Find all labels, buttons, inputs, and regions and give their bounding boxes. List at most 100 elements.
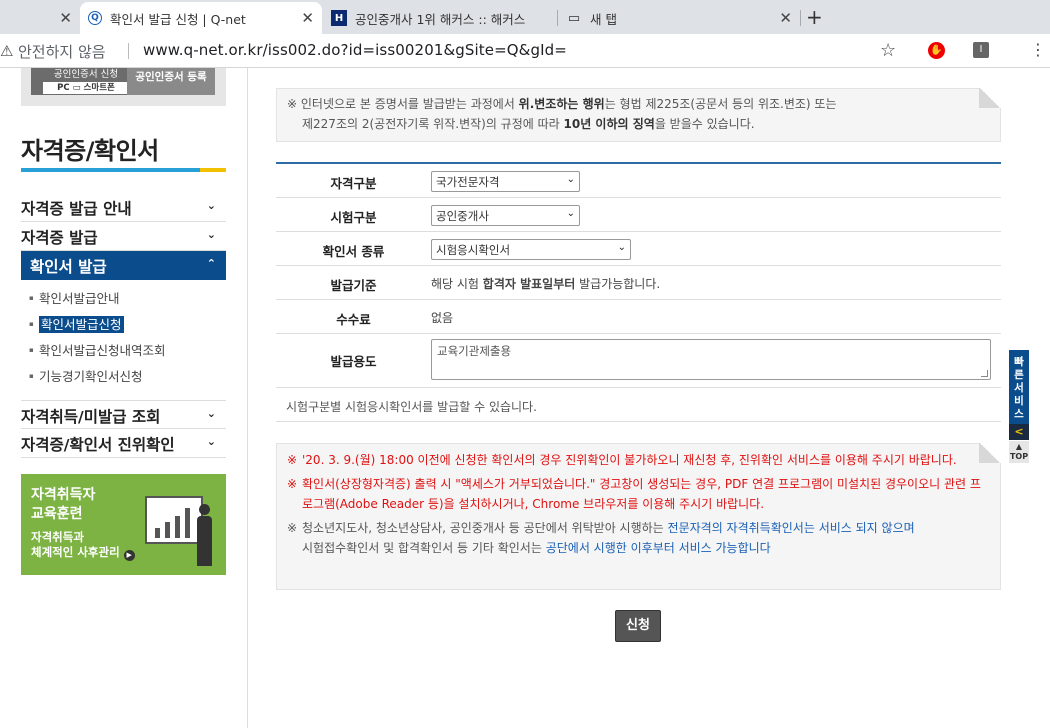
browser-tab-qnet[interactable]: Q 확인서 발급 신청 | Q-net ✕ [80, 2, 322, 34]
chevron-down-icon: ⌄ [206, 199, 216, 212]
field-label: 시험구분 [330, 210, 377, 225]
criteria-pre: 해당 시험 [431, 277, 483, 291]
criteria-text: 해당 시험 합격자 발표일부터 발급가능합니다. [431, 275, 660, 292]
quick-service-label: 빠른서비스 [1014, 356, 1024, 420]
tab-title: 새 탭 [590, 11, 617, 27]
exam-type-select[interactable]: 공인중개사 ⌄ [431, 205, 580, 226]
submenu-label: 확인서발급신청내역조회 [39, 343, 166, 358]
tab-title: 확인서 발급 신청 | Q-net [110, 11, 246, 27]
sidebar-submenu: 확인서발급안내 확인서발급신청 확인서발급신청내역조회 기능경기확인서신청 [21, 280, 226, 400]
criteria-post: 발급가능합니다. [575, 277, 661, 291]
extension-icon[interactable]: I [973, 42, 989, 58]
notice-item-red: ※ 확인서(상장형자격증) 출력 시 "액세스가 거부되었습니다." 경고창이 … [287, 474, 990, 514]
hackers-favicon-icon: H [331, 10, 347, 26]
reference-mark: ※ [287, 453, 298, 467]
form-row-purpose: 발급용도 교육기관제출용 [276, 334, 1001, 388]
cert-kind-select[interactable]: 시험응시확인서 ⌄ [431, 239, 631, 260]
notice-bold: 10년 이하의 징역 [563, 117, 655, 131]
notice-red-text: '20. 3. 9.(월) 18:00 이전에 신청한 확인서의 경우 진위확인… [302, 453, 957, 467]
cert-apply-button[interactable]: 공인인증서 신청 PC ▭ 스마트폰 [31, 68, 141, 95]
form-info-row: 시험구분별 시험응시확인서를 발급할 수 있습니다. [276, 388, 1001, 422]
close-tab-icon[interactable]: ✕ [779, 10, 792, 26]
browser-tab-previous[interactable]: ✕ [0, 2, 80, 34]
education-banner[interactable]: 자격취득자 교육훈련 자격취득과 체계적인 사후관리 ▶ [21, 474, 226, 575]
notice-text: 제227조의 2(공전자기록 위작.변작)의 규정에 따라 [302, 117, 564, 131]
notice-bold: 위.변조하는 행위 [518, 97, 605, 111]
title-underline [21, 168, 226, 172]
form-row-fee: 수수료 없음 [276, 300, 1001, 334]
banner-line4: 체계적인 사후관리 [31, 545, 120, 559]
address-bar: ⚠ 안전하지 않음 www.q-net.or.kr/iss002.do?id=i… [0, 34, 1050, 68]
notice-red-text: 확인서(상장형자격증) 출력 시 "액세스가 거부되었습니다." 경고창이 생성… [302, 477, 981, 511]
sidebar-item-label: 확인서 발급 [30, 258, 107, 276]
quick-service-toggle-icon[interactable]: < [1009, 424, 1029, 440]
chevron-down-icon: ⌄ [206, 435, 216, 448]
criteria-bold: 합격자 발표일부터 [482, 277, 576, 291]
form-row-cert-kind: 확인서 종류 시험응시확인서 ⌄ [276, 232, 1001, 266]
sidebar-item-acquisition-lookup[interactable]: 자격취득/미발급 조회 ⌄ [21, 400, 226, 429]
sidebar-item-label: 자격증 발급 안내 [21, 200, 132, 218]
chevron-up-icon: ⌃ [206, 257, 216, 270]
browser-tab-new[interactable]: ▭ 새 탭 ✕ [558, 2, 800, 34]
chart-board-icon [145, 496, 203, 544]
sidebar-item-cert-issue[interactable]: 자격증 발급 ⌄ [21, 222, 226, 251]
new-tab-favicon-icon: ▭ [567, 10, 581, 26]
tab-title: 공인중개사 1위 해커스 :: 해커스 [355, 11, 526, 27]
page-fold-icon [979, 88, 1001, 108]
legal-notice: ※ 인터넷으로 본 증명서를 발급받는 과정에서 위.변조하는 행위는 형법 제… [276, 88, 1001, 142]
select-value: 시험응시확인서 [436, 243, 511, 257]
play-icon: ▶ [123, 550, 135, 561]
notice-gray-text: 청소년지도사, 청소년상담사, 공인중개사 등 공단에서 위탁받아 시행하는 [302, 521, 668, 535]
cert-register-button[interactable]: 공인인증서 등록 [127, 68, 215, 95]
field-label: 발급기준 [330, 278, 377, 293]
bookmark-star-icon[interactable]: ☆ [880, 40, 896, 61]
form-info-text: 시험구분별 시험응시확인서를 발급할 수 있습니다. [286, 400, 537, 414]
banner-title: 자격취득자 교육훈련 [31, 486, 95, 524]
browser-tab-bar: ✕ Q 확인서 발급 신청 | Q-net ✕ H 공인중개사 1위 해커스 :… [0, 0, 1050, 34]
purpose-textarea[interactable]: 교육기관제출용 [431, 339, 991, 380]
tab-separator [800, 10, 801, 26]
submenu-item-guide[interactable]: 확인서발급안내 [29, 290, 226, 316]
new-tab-button[interactable]: + [806, 5, 823, 29]
close-tab-icon[interactable]: ✕ [301, 10, 314, 26]
notice-item-gray: ※ 청소년지도사, 청소년상담사, 공인중개사 등 공단에서 위탁받아 시행하는… [287, 518, 990, 558]
banner-line1: 자격취득자 [31, 487, 96, 503]
sidebar-item-label: 자격증 발급 [21, 229, 98, 247]
extensions-menu-icon[interactable]: ⋮ [1030, 40, 1046, 59]
field-label: 자격구분 [330, 176, 377, 191]
chevron-down-icon: ⌄ [617, 242, 626, 253]
sidebar-item-label: 자격취득/미발급 조회 [21, 408, 161, 426]
warning-icon[interactable]: ⚠ [0, 42, 13, 60]
submenu-label: 확인서발급안내 [39, 291, 120, 306]
service-notice: ※ '20. 3. 9.(월) 18:00 이전에 신청한 확인서의 경우 진위… [276, 443, 1001, 590]
select-value: 공인중개사 [436, 209, 489, 223]
adblock-extension-icon[interactable]: ✋ [928, 42, 945, 59]
close-tab-icon[interactable]: ✕ [59, 10, 72, 26]
qual-type-select[interactable]: 국가전문자격 ⌄ [431, 171, 580, 192]
reference-mark: ※ [287, 477, 298, 491]
up-arrow-icon: ▲ [1015, 442, 1023, 451]
certificate-panel: 공인인증서 신청 PC ▭ 스마트폰 공인인증서 등록 [21, 68, 226, 106]
notice-blue-text: 공단에서 시행한 이후부터 서비스 가능합니다 [545, 541, 771, 555]
notice-gray-text: 시험접수확인서 및 합격확인서 등 기타 확인서는 [302, 541, 546, 555]
qnet-favicon-icon: Q [88, 11, 102, 25]
sidebar-menu: 자격증 발급 안내 ⌄ 자격증 발급 ⌄ 확인서 발급 ⌃ 확인서발급안내 확인… [21, 193, 226, 458]
submenu-item-skills[interactable]: 기능경기확인서신청 [29, 368, 226, 394]
sidebar-item-cert-guide[interactable]: 자격증 발급 안내 ⌄ [21, 193, 226, 222]
sidebar-item-confirm-issue[interactable]: 확인서 발급 ⌃ [21, 251, 226, 280]
notice-text: ※ 인터넷으로 본 증명서를 발급받는 과정에서 [287, 97, 519, 111]
security-status[interactable]: 안전하지 않음 [18, 41, 106, 62]
browser-tab-hackers[interactable]: H 공인중개사 1위 해커스 :: 해커스 [323, 2, 555, 34]
banner-line2: 교육훈련 [31, 506, 83, 522]
url-field[interactable]: www.q-net.or.kr/iss002.do?id=iss00201&gS… [143, 41, 567, 59]
sidebar-item-label: 자격증/확인서 진위확인 [21, 436, 175, 454]
submenu-item-history[interactable]: 확인서발급신청내역조회 [29, 342, 226, 368]
sidebar-item-authenticity[interactable]: 자격증/확인서 진위확인 ⌄ [21, 429, 226, 458]
select-value: 국가전문자격 [436, 175, 500, 189]
submenu-label: 확인서발급신청 [39, 316, 124, 333]
submenu-item-apply[interactable]: 확인서발급신청 [29, 316, 226, 342]
sidebar-title: 자격증/확인서 [21, 137, 159, 165]
scroll-top-button[interactable]: ▲ TOP [1009, 441, 1029, 463]
apply-button[interactable]: 신청 [615, 610, 661, 642]
field-label: 발급용도 [330, 354, 377, 369]
